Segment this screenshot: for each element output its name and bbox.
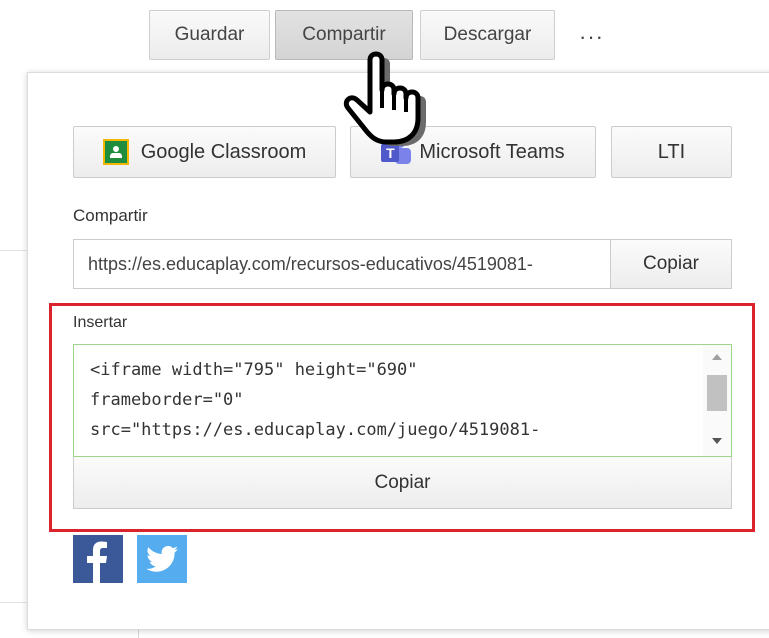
facebook-icon bbox=[87, 541, 107, 583]
more-options-button[interactable]: ··· bbox=[579, 24, 604, 50]
scroll-down-arrow-icon[interactable] bbox=[712, 438, 722, 444]
lti-button[interactable]: LTI bbox=[611, 126, 732, 178]
twitter-icon bbox=[146, 546, 178, 572]
google-classroom-icon bbox=[102, 139, 129, 165]
embed-scrollbar[interactable] bbox=[703, 345, 731, 456]
embed-code-text: <iframe width="795" height="690" framebo… bbox=[90, 360, 541, 440]
embed-code-textarea[interactable]: <iframe width="795" height="690" framebo… bbox=[73, 344, 732, 457]
share-section-label: Compartir bbox=[73, 206, 148, 225]
copy-embed-button[interactable]: Copiar bbox=[73, 457, 732, 509]
scroll-up-arrow-icon[interactable] bbox=[712, 354, 722, 360]
share-url-field[interactable]: https://es.educaplay.com/recursos-educat… bbox=[73, 239, 611, 289]
google-classroom-button[interactable]: Google Classroom bbox=[73, 126, 336, 178]
facebook-share-button[interactable] bbox=[73, 535, 123, 583]
google-classroom-label: Google Classroom bbox=[140, 140, 307, 163]
copy-url-button[interactable]: Copiar bbox=[610, 239, 732, 289]
scroll-thumb[interactable] bbox=[707, 375, 727, 411]
background-divider bbox=[0, 250, 28, 251]
save-button[interactable]: Guardar bbox=[149, 10, 270, 60]
background-divider bbox=[0, 602, 28, 603]
embed-section-label: Insertar bbox=[73, 314, 128, 331]
twitter-share-button[interactable] bbox=[137, 535, 187, 583]
hand-pointer-cursor-icon bbox=[343, 51, 426, 146]
